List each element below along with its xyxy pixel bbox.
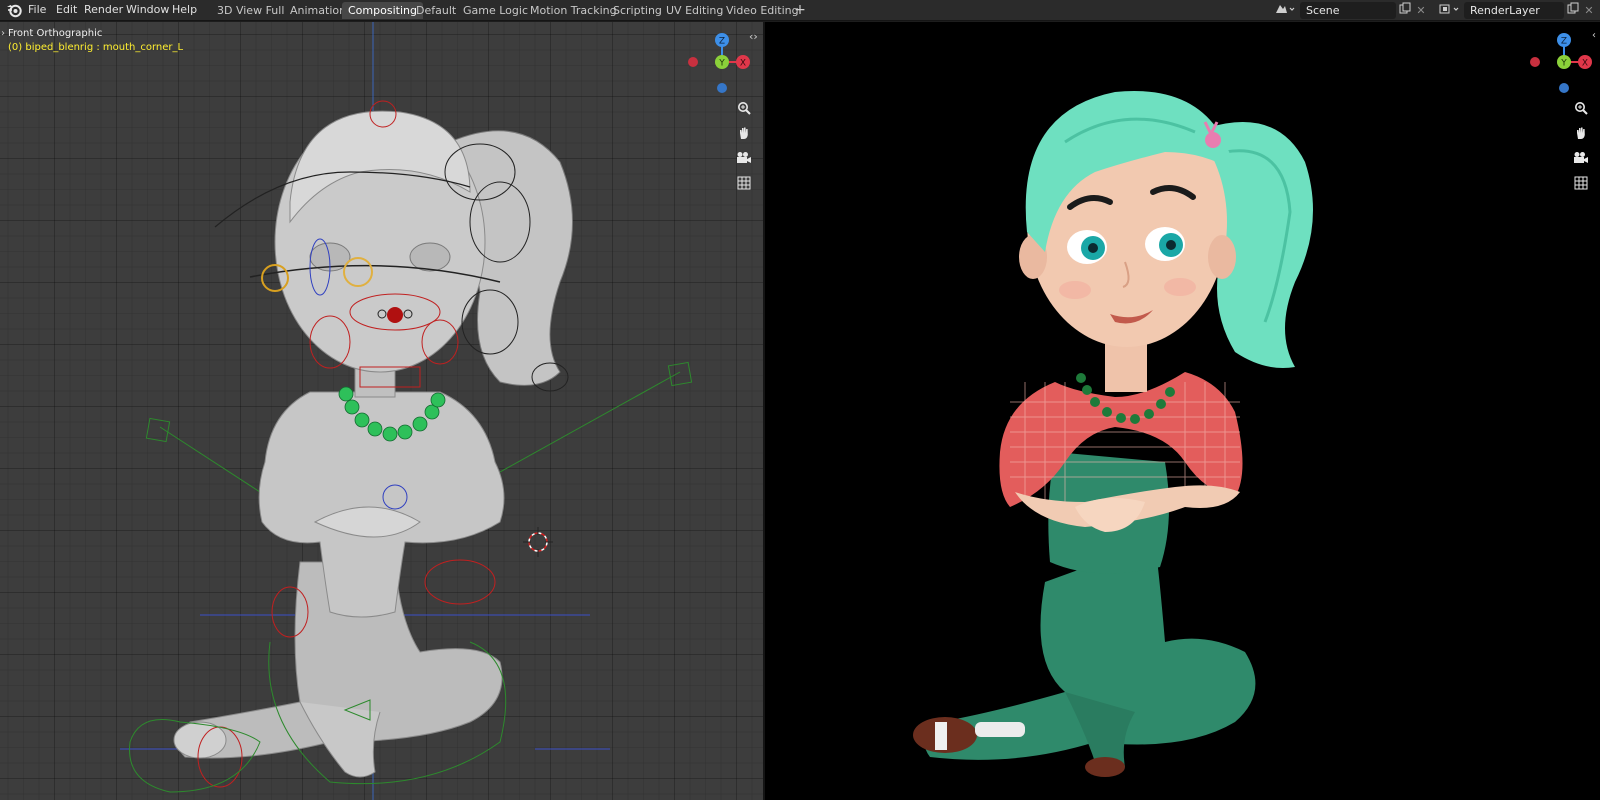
grid-icon[interactable] [734, 173, 754, 193]
gizmo-y-label: Y [1560, 59, 1567, 69]
gizmo-neg-x-icon [688, 57, 698, 67]
scene-browse-icon[interactable] [1272, 2, 1298, 19]
close-render-layer-icon[interactable]: ✕ [1581, 2, 1597, 19]
hand-icon[interactable] [1571, 123, 1591, 143]
zoom-icon[interactable] [734, 98, 754, 118]
zoom-icon[interactable] [1571, 98, 1591, 118]
tab-scripting[interactable]: Scripting [607, 2, 668, 19]
add-workspace-button[interactable]: + [792, 2, 808, 19]
3d-cursor-icon [523, 527, 553, 557]
gizmo-neg-z-icon [1559, 83, 1569, 93]
sidebar-collapse-arrow-icon[interactable]: ‹ [1592, 30, 1596, 41]
character-rendered [913, 91, 1313, 777]
tab-3d-view-full[interactable]: 3D View Full [211, 2, 290, 19]
copy-scene-icon[interactable] [1397, 2, 1413, 19]
copy-render-layer-icon[interactable] [1565, 2, 1581, 19]
hand-icon[interactable] [734, 123, 754, 143]
render-layer-name-field[interactable]: RenderLayer [1464, 2, 1564, 19]
gizmo-neg-z-icon [717, 83, 727, 93]
menu-file[interactable]: File [28, 0, 46, 21]
grid-icon[interactable] [1571, 173, 1591, 193]
render-layer-browse-icon[interactable] [1436, 2, 1462, 19]
camera-icon[interactable] [734, 148, 754, 168]
gizmo-z-label: Z [1561, 37, 1567, 47]
menu-edit[interactable]: Edit [56, 0, 77, 21]
camera-icon[interactable] [1571, 148, 1591, 168]
close-scene-icon[interactable]: ✕ [1413, 2, 1429, 19]
character-rig-model[interactable] [0, 22, 763, 800]
gizmo-y-label: Y [718, 59, 725, 69]
3d-viewport-rendered[interactable]: Z X Y ‹ [765, 22, 1600, 800]
gizmo-x-label: X [740, 59, 746, 69]
tab-default[interactable]: Default [410, 2, 462, 19]
gizmo-z-label: Z [719, 37, 725, 47]
menu-help[interactable]: Help [172, 0, 197, 21]
menu-window[interactable]: Window [126, 0, 169, 21]
gizmo-x-label: X [1582, 59, 1588, 69]
split-area-arrows-icon[interactable]: ‹› [749, 30, 758, 43]
tab-uv-editing[interactable]: UV Editing [660, 2, 729, 19]
menu-render[interactable]: Render [84, 0, 123, 21]
blender-logo-icon[interactable] [6, 2, 22, 18]
gizmo-neg-x-icon [1530, 57, 1540, 67]
3d-viewport-solid[interactable]: › Front Orthographic (0) biped_blenrig :… [0, 22, 763, 800]
tab-game-logic[interactable]: Game Logic [457, 2, 534, 19]
scene-name-field[interactable]: Scene [1300, 2, 1396, 19]
top-bar: File Edit Render Window Help 3D View Ful… [0, 0, 1600, 21]
